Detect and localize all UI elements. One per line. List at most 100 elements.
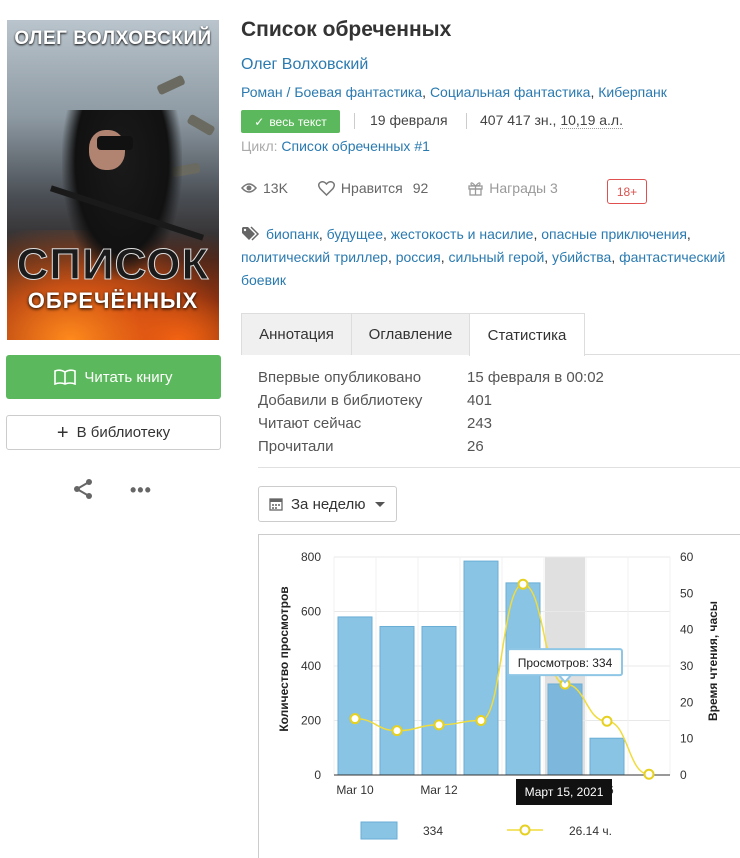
period-select[interactable]: За неделю bbox=[258, 486, 397, 522]
y-tick-left: 200 bbox=[301, 714, 321, 728]
stat-label: Читают сейчас bbox=[258, 415, 362, 432]
book-title: Список обреченных bbox=[241, 18, 452, 41]
tag-link[interactable]: жестокость и насилие bbox=[391, 226, 534, 242]
book-size: 407 417 зн., 10,19 а.л. bbox=[480, 112, 623, 129]
age-rating-badge: 18+ bbox=[607, 179, 647, 204]
read-book-label: Читать книгу bbox=[84, 368, 173, 386]
x-tick-label: Mar 12 bbox=[420, 783, 458, 797]
line-point bbox=[391, 725, 403, 737]
chart-tooltip-text: Просмотров: 334 bbox=[518, 656, 613, 670]
gift-icon bbox=[468, 181, 483, 196]
tag-link[interactable]: биопанк bbox=[266, 226, 319, 242]
share-icon[interactable] bbox=[72, 478, 94, 500]
views-stat: 13K bbox=[241, 180, 288, 196]
stat-value: 401 bbox=[467, 392, 493, 409]
crosshair-label: Март 15, 2021 bbox=[525, 785, 604, 799]
y-tick-right: 40 bbox=[680, 623, 694, 637]
chart-bar bbox=[337, 616, 373, 776]
tabs-bar: Аннотация Оглавление Статистика bbox=[241, 313, 740, 356]
cover-author: ОЛЕГ ВОЛХОВСКИЙ bbox=[14, 28, 212, 49]
eye-icon bbox=[241, 183, 257, 193]
calendar-icon bbox=[269, 498, 283, 511]
add-to-library-button[interactable]: + В библиотеку bbox=[6, 415, 221, 450]
chart-bar bbox=[547, 683, 583, 776]
line-point bbox=[601, 715, 613, 727]
chart-bar bbox=[505, 582, 541, 776]
publication-date: 19 февраля bbox=[370, 112, 448, 128]
stat-value: 15 февраля в 00:02 bbox=[467, 369, 604, 386]
genre-link[interactable]: Киберпанк bbox=[598, 84, 667, 100]
tag-link[interactable]: будущее bbox=[327, 226, 383, 242]
y-tick-left: 800 bbox=[301, 550, 321, 564]
add-to-library-label: В библиотеку bbox=[76, 424, 171, 441]
tag-icon bbox=[242, 226, 260, 241]
tag-link[interactable]: убийства bbox=[552, 249, 611, 265]
author-link[interactable]: Олег Волховский bbox=[241, 56, 368, 74]
y-tick-left: 0 bbox=[314, 768, 321, 782]
chart-bar bbox=[463, 560, 499, 776]
y-tick-right: 30 bbox=[680, 659, 694, 673]
cover-title-1: СПИСОК bbox=[16, 240, 210, 290]
y-axis-label-left: Количество просмотров bbox=[277, 586, 291, 731]
y-tick-right: 20 bbox=[680, 695, 694, 709]
line-point bbox=[475, 715, 487, 726]
chart-svg: 02004006008000102030405060Mar 10Mar 12M1… bbox=[277, 550, 720, 840]
cycle-number: #1 bbox=[414, 138, 430, 154]
legend-line-point bbox=[519, 824, 531, 836]
x-tick-label: Mar 10 bbox=[336, 783, 374, 797]
chevron-down-icon bbox=[375, 501, 386, 507]
divider bbox=[354, 113, 355, 129]
cycle-link[interactable]: Список обреченных bbox=[281, 138, 410, 154]
legend-line-value: 26.14 ч. bbox=[569, 824, 612, 838]
tab-statistics[interactable]: Статистика bbox=[469, 313, 585, 356]
line-point bbox=[349, 713, 361, 725]
views-chart: 02004006008000102030405060Mar 10Mar 12M1… bbox=[258, 534, 740, 858]
awards-stat[interactable]: Награды 3 bbox=[468, 180, 558, 196]
tab-contents[interactable]: Оглавление bbox=[351, 313, 470, 355]
stat-label: Добавили в библиотеку bbox=[258, 392, 423, 409]
tag-link[interactable]: политический триллер bbox=[241, 249, 388, 265]
chart-bar bbox=[589, 737, 625, 776]
chart-bar bbox=[421, 625, 457, 776]
line-point bbox=[517, 578, 529, 590]
full-text-badge: ✓ весь текст bbox=[241, 110, 340, 133]
y-tick-right: 10 bbox=[680, 732, 694, 746]
heart-icon bbox=[317, 180, 335, 196]
likes-stat[interactable]: Нравится 92 bbox=[317, 180, 428, 196]
y-tick-right: 50 bbox=[680, 586, 694, 600]
divider bbox=[258, 467, 740, 468]
stat-label: Прочитали bbox=[258, 438, 334, 455]
y-tick-right: 60 bbox=[680, 550, 694, 564]
check-icon: ✓ bbox=[254, 114, 265, 129]
legend-bar-value: 334 bbox=[423, 824, 443, 838]
genre-link[interactable]: Социальная фантастика bbox=[430, 84, 591, 100]
line-point bbox=[643, 768, 655, 780]
book-open-icon bbox=[54, 369, 77, 385]
book-stats: 13K Нравится 92 Награды 3 bbox=[241, 180, 558, 196]
y-tick-left: 600 bbox=[301, 605, 321, 619]
genres-list: Роман / Боевая фантастика, Социальная фа… bbox=[241, 84, 667, 100]
more-options-icon[interactable]: ••• bbox=[130, 480, 152, 501]
cover-title-2: ОБРЕЧЁННЫХ bbox=[27, 288, 199, 313]
genre-link[interactable]: Роман / Боевая фантастика bbox=[241, 84, 422, 100]
line-point bbox=[433, 719, 445, 731]
y-tick-left: 400 bbox=[301, 659, 321, 673]
book-cover[interactable]: ОЛЕГ ВОЛХОВСКИЙ СПИСОК ОБРЕЧЁННЫХ bbox=[7, 20, 219, 340]
legend-bar-swatch bbox=[360, 821, 398, 840]
tab-annotation[interactable]: Аннотация bbox=[241, 313, 352, 355]
cover-plane-art bbox=[186, 113, 216, 137]
y-tick-right: 0 bbox=[680, 768, 687, 782]
read-book-button[interactable]: Читать книгу bbox=[6, 355, 221, 399]
plus-icon: + bbox=[56, 421, 69, 444]
tag-link[interactable]: опасные приключения bbox=[541, 226, 687, 242]
cover-plane-art bbox=[156, 74, 186, 96]
tag-link[interactable]: россия bbox=[396, 249, 441, 265]
y-axis-label-right: Время чтения, часы bbox=[706, 601, 720, 721]
divider bbox=[466, 113, 467, 129]
tags-list: биопанк, будущее, жестокость и насилие, … bbox=[241, 226, 726, 288]
stat-value: 243 bbox=[467, 415, 493, 432]
chart-bar bbox=[379, 625, 415, 776]
cycle-info: Цикл: Список обреченных #1 bbox=[241, 138, 430, 154]
tag-link[interactable]: сильный герой bbox=[449, 249, 545, 265]
cover-binoculars-art bbox=[97, 136, 133, 150]
